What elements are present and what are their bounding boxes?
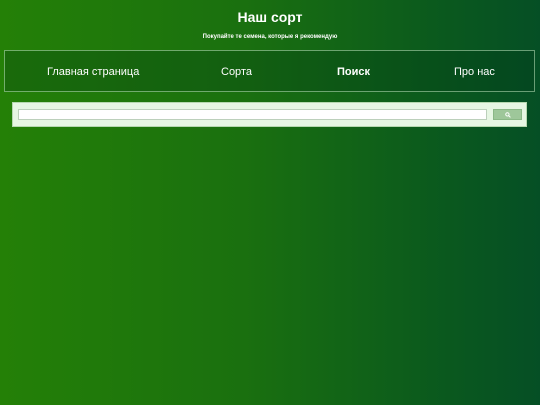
search-icon — [504, 111, 511, 118]
nav-item-about[interactable]: Про нас — [454, 51, 495, 91]
nav-item-home[interactable]: Главная страница — [47, 51, 139, 91]
nav-item-varieties[interactable]: Сорта — [221, 51, 252, 91]
site-subtitle: Покупайте те семена, которые я рекоменду… — [202, 34, 338, 40]
search-button[interactable] — [493, 109, 522, 120]
site-title: Наш сорт — [237, 9, 303, 25]
main-navigation: Главная страница Сорта Поиск Про нас — [4, 50, 535, 92]
nav-item-search[interactable]: Поиск — [337, 51, 370, 91]
search-panel — [12, 102, 527, 127]
search-input[interactable] — [18, 109, 487, 120]
